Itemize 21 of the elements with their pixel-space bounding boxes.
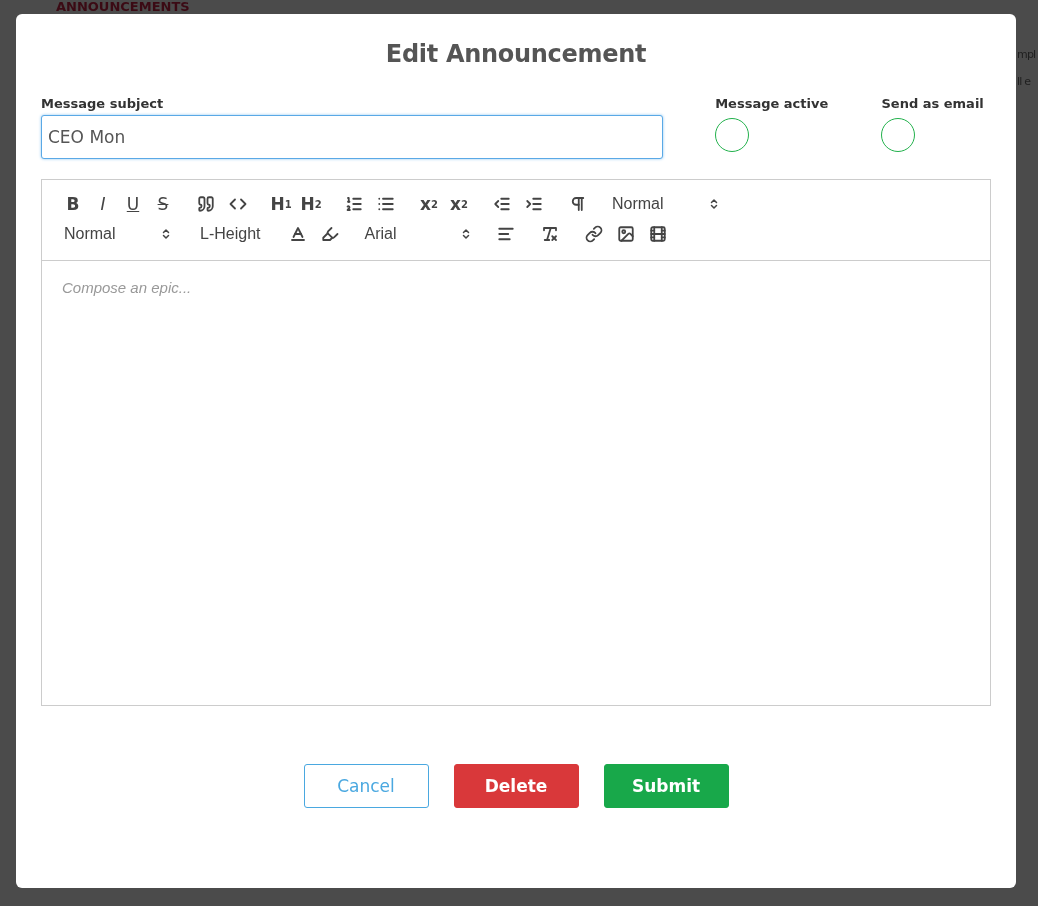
dropdown[interactable]: Arial: [362, 222, 475, 246]
field-label: Message subject: [41, 96, 165, 113]
delete-button[interactable]: Delete: [453, 764, 579, 808]
line-height-picker[interactable]: L-Height: [194, 225, 267, 243]
format-button[interactable]: I: [92, 192, 114, 216]
dropdown[interactable]: Normal: [62, 222, 174, 246]
format-button[interactable]: U: [122, 192, 144, 216]
page-heading: ANNOUNCEMENTS: [56, 0, 190, 13]
sort-arrows-icon: [708, 198, 720, 210]
editor-area[interactable]: Compose an epic...: [41, 261, 991, 706]
dropdown[interactable]: Normal: [610, 192, 722, 216]
toggle-label: Send as email: [881, 96, 985, 113]
toggle-label: Message active: [715, 96, 830, 113]
format-button[interactable]: S: [152, 192, 174, 216]
dialog-title: Edit Announcement: [385, 40, 647, 68]
toggle-circle[interactable]: [881, 118, 916, 152]
toggle-circle[interactable]: [715, 118, 750, 152]
sort-arrows-icon: [160, 228, 172, 240]
format-button[interactable]: B: [62, 192, 84, 216]
format-button[interactable]: x$^{2}$: [448, 192, 470, 216]
subject-field[interactable]: CEO Mon: [41, 115, 664, 159]
